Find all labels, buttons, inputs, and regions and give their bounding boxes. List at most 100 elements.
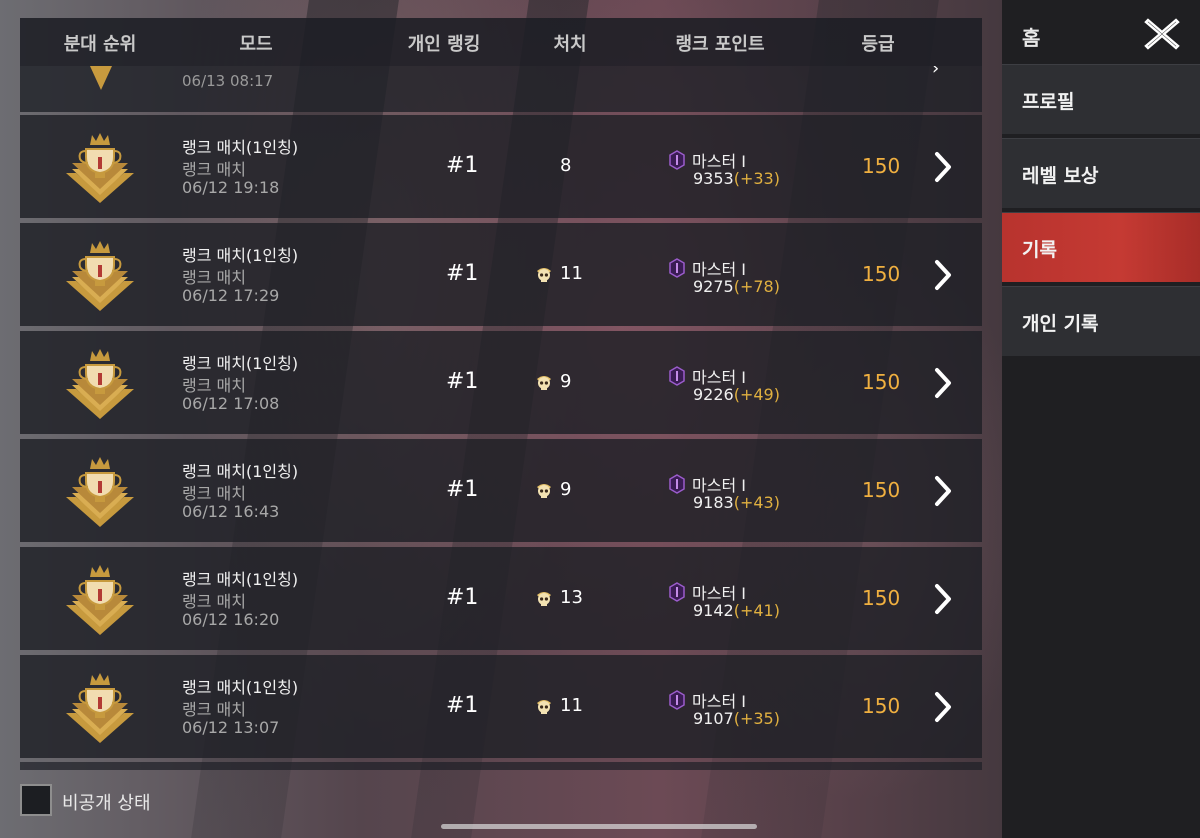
kill-count-value: 11	[560, 263, 583, 284]
menu-item-level-rewards[interactable]: 레벨 보상	[1002, 138, 1200, 208]
kill-count: 13	[534, 587, 583, 608]
kill-count: 9	[534, 371, 571, 392]
match-date: 06/12 17:29	[182, 286, 280, 305]
match-date: 06/12 19:18	[182, 178, 280, 197]
master-tier-icon	[669, 690, 685, 710]
kill-count-value: 9	[560, 479, 572, 500]
rank-points-delta: (+78)	[733, 277, 780, 296]
master-tier-icon	[669, 474, 685, 494]
match-mode: 랭크 매치	[182, 376, 246, 395]
kill-count-value: 13	[560, 587, 583, 608]
personal-rank: #1	[446, 693, 479, 718]
champion-badge-partial-icon	[90, 66, 112, 90]
match-row[interactable]: 랭크 매치(1인칭) 랭크 매치 06/12 13:07 #1 11 마스터 I…	[20, 655, 982, 758]
rank-points-value: 9107	[693, 709, 734, 728]
menu-home-label: 홈	[1022, 26, 1041, 50]
menu-item-personal-records[interactable]: 개인 기록	[1002, 286, 1200, 356]
grade-value: 150	[862, 478, 901, 502]
rank-points: 9107(+35)	[693, 709, 780, 728]
header-kills: 처치	[553, 34, 587, 55]
match-mode: 랭크 매치	[182, 484, 246, 503]
rank-points-delta: (+35)	[733, 709, 780, 728]
match-date: 06/12 17:08	[182, 394, 280, 413]
personal-rank: #1	[446, 153, 479, 178]
kill-count: 11	[534, 263, 583, 284]
match-row-partial-bottom	[20, 762, 982, 770]
match-row-partial[interactable]: 06/13 08:17 ​ ›	[20, 66, 982, 112]
chevron-right-icon[interactable]	[932, 259, 954, 291]
kill-count: 9	[534, 479, 571, 500]
match-row[interactable]: 랭크 매치(1인칭) 랭크 매치 06/12 17:08 #1 9 마스터 I …	[20, 331, 982, 434]
match-title: 랭크 매치(1인칭)	[182, 246, 299, 265]
chevron-right-icon[interactable]	[932, 475, 954, 507]
kill-count-value: 8	[560, 155, 572, 176]
chevron-right-icon[interactable]	[932, 691, 954, 723]
personal-rank: #1	[446, 477, 479, 502]
menu-item-profile[interactable]: 프로필	[1002, 64, 1200, 134]
match-mode: 랭크 매치	[182, 160, 246, 179]
match-mode: 랭크 매치	[182, 268, 246, 287]
menu-item-label: 프로필	[1022, 91, 1075, 113]
kill-count: 8	[560, 155, 571, 176]
grade-value: 150	[862, 370, 901, 394]
rank-points-delta: (+41)	[733, 601, 780, 620]
rank-points-delta: (+49)	[733, 385, 780, 404]
master-tier-icon	[669, 258, 685, 278]
skull-icon	[537, 483, 551, 498]
match-title: 랭크 매치(1인칭)	[182, 678, 299, 697]
header-squad-rank: 분대 순위	[63, 34, 137, 55]
match-title: 랭크 매치(1인칭)	[182, 570, 299, 589]
menu-item-records[interactable]: 기록	[1002, 212, 1200, 282]
match-row[interactable]: 랭크 매치(1인칭) 랭크 매치 06/12 19:18 #1 8 마스터 I …	[20, 115, 982, 218]
menu-item-label: 레벨 보상	[1022, 165, 1099, 187]
privacy-label: 비공개 상태	[62, 793, 151, 814]
kill-count: 11	[534, 695, 583, 716]
kill-count-value: 9	[560, 371, 572, 392]
privacy-checkbox[interactable]	[20, 784, 52, 816]
skull-icon	[537, 699, 551, 714]
rank-points-value: 9275	[693, 277, 734, 296]
rank-points-value: 9142	[693, 601, 734, 620]
rank-points: 9183(+43)	[693, 493, 780, 512]
personal-rank: #1	[446, 585, 479, 610]
kill-count-value: 11	[560, 695, 583, 716]
close-icon[interactable]	[1144, 16, 1180, 52]
master-tier-icon	[669, 150, 685, 170]
match-row[interactable]: 랭크 매치(1인칭) 랭크 매치 06/12 16:20 #1 13 마스터 I…	[20, 547, 982, 650]
rank-points-value: 9183	[693, 493, 734, 512]
header-rank-points: 랭크 포인트	[675, 34, 765, 55]
match-title: 랭크 매치(1인칭)	[182, 354, 299, 373]
match-title: 랭크 매치(1인칭)	[182, 462, 299, 481]
skull-icon	[537, 375, 551, 390]
champion-trophy-icon	[66, 133, 134, 203]
home-indicator	[441, 824, 757, 829]
match-row[interactable]: 랭크 매치(1인칭) 랭크 매치 06/12 17:29 #1 11 마스터 I…	[20, 223, 982, 326]
header-mode: 모드	[239, 34, 273, 55]
header-personal-rank: 개인 랭킹	[407, 34, 481, 55]
grade-value: 150	[862, 586, 901, 610]
champion-trophy-icon	[66, 673, 134, 743]
grade-value: 150	[862, 154, 901, 178]
match-date: 06/12 13:07	[182, 718, 280, 737]
skull-icon	[537, 267, 551, 282]
grade-value: 150	[862, 694, 901, 718]
header-grade: 등급	[861, 34, 895, 55]
grade-value: 150	[862, 262, 901, 286]
champion-trophy-icon	[66, 565, 134, 635]
side-menu: 홈 프로필 레벨 보상 기록 개인 기록	[1002, 0, 1200, 838]
chevron-right-icon[interactable]	[932, 151, 954, 183]
match-mode: 랭크 매치	[182, 700, 246, 719]
personal-rank: #1	[446, 369, 479, 394]
chevron-right-icon[interactable]	[932, 367, 954, 399]
champion-trophy-icon	[66, 457, 134, 527]
menu-item-label: 기록	[1022, 239, 1057, 261]
match-date: 06/13 08:17	[182, 72, 274, 90]
chevron-right-icon[interactable]: ›	[932, 66, 939, 79]
rank-points-value: 9353	[693, 169, 734, 188]
rank-points-delta: (+33)	[733, 169, 780, 188]
match-row[interactable]: 랭크 매치(1인칭) 랭크 매치 06/12 16:43 #1 9 마스터 I …	[20, 439, 982, 542]
match-mode: 랭크 매치	[182, 592, 246, 611]
chevron-right-icon[interactable]	[932, 583, 954, 615]
skull-icon	[537, 591, 551, 606]
match-title: 랭크 매치(1인칭)	[182, 138, 299, 157]
